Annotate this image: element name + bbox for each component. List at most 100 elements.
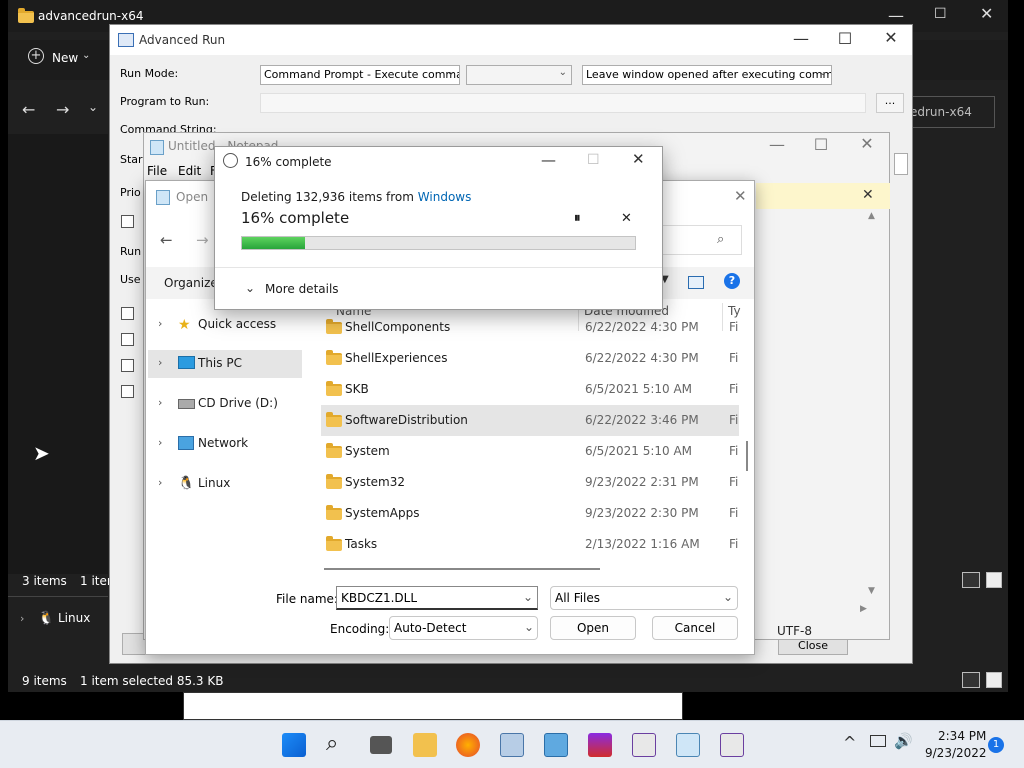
file-row[interactable]: ShellComponents 6/22/2022 4:30 PM Fi bbox=[321, 312, 739, 343]
scroll-right-arrow-icon[interactable]: ▶ bbox=[860, 604, 867, 614]
start-icon[interactable] bbox=[282, 733, 306, 757]
photos-icon[interactable] bbox=[500, 733, 524, 757]
cancel-button[interactable]: Cancel bbox=[652, 616, 738, 640]
nav-item-linux[interactable]: › 🐧 Linux bbox=[148, 470, 302, 498]
chevron-down-icon[interactable]: ⌄ bbox=[245, 281, 255, 295]
help-icon[interactable]: ? bbox=[724, 273, 740, 289]
divider bbox=[8, 596, 108, 597]
file-row[interactable]: SoftwareDistribution 6/22/2022 3:46 PM Fi bbox=[321, 405, 739, 436]
details-view-icon[interactable] bbox=[962, 672, 980, 688]
source-link[interactable]: Windows bbox=[418, 190, 472, 204]
menu-edit[interactable]: Edit bbox=[178, 164, 201, 178]
scroll-down-arrow-icon[interactable]: ▼ bbox=[868, 586, 875, 596]
chevron-up-icon[interactable]: ^ bbox=[843, 733, 856, 752]
nav-item-cd-drive-d[interactable]: › CD Drive (D:) bbox=[148, 390, 302, 418]
horizontal-scrollbar[interactable] bbox=[324, 568, 600, 570]
network-tray-icon[interactable] bbox=[870, 735, 886, 747]
linux-nav-label[interactable]: Linux bbox=[58, 611, 90, 625]
close-icon[interactable]: ✕ bbox=[844, 134, 890, 153]
search-icon[interactable]: ⌕ bbox=[326, 731, 338, 756]
chevron-right-icon[interactable]: › bbox=[158, 476, 162, 489]
file-type: Fi bbox=[729, 475, 739, 489]
checkbox[interactable] bbox=[121, 215, 134, 228]
chevron-down-icon[interactable]: ⌄ bbox=[523, 590, 533, 604]
file-row[interactable]: SKB 6/5/2021 5:10 AM Fi bbox=[321, 374, 739, 405]
chevron-down-icon[interactable]: ⌄ bbox=[88, 100, 98, 114]
chevron-right-icon[interactable]: › bbox=[158, 317, 162, 330]
task-view-icon[interactable] bbox=[370, 736, 392, 754]
open-button[interactable]: Open bbox=[550, 616, 636, 640]
firefox-icon[interactable] bbox=[456, 733, 480, 757]
minimize-icon[interactable]: — bbox=[541, 151, 556, 169]
vertical-scrollbar[interactable] bbox=[746, 441, 748, 471]
checkbox[interactable] bbox=[121, 359, 134, 372]
chevron-right-icon[interactable]: › bbox=[20, 612, 24, 625]
checkbox[interactable] bbox=[121, 385, 134, 398]
checkbox[interactable] bbox=[121, 307, 134, 320]
chevron-right-icon[interactable]: › bbox=[158, 436, 162, 449]
secondary-select[interactable]: ⌄ bbox=[466, 65, 572, 85]
advanced-run-app-icon[interactable] bbox=[720, 733, 744, 757]
minimize-icon[interactable]: — bbox=[754, 135, 800, 154]
file-row[interactable]: System32 9/23/2022 2:31 PM Fi bbox=[321, 467, 739, 498]
winrar-icon[interactable] bbox=[588, 733, 612, 757]
checkbox[interactable] bbox=[121, 333, 134, 346]
chevron-down-icon[interactable]: ⌄ bbox=[82, 50, 90, 61]
file-name: SoftwareDistribution bbox=[345, 413, 468, 427]
file-type-select[interactable]: All Files ⌄ bbox=[550, 586, 738, 610]
browse-button[interactable]: ... bbox=[876, 93, 904, 113]
menu-file[interactable]: File bbox=[147, 164, 167, 178]
new-button[interactable]: New bbox=[52, 51, 78, 65]
details-view-icon[interactable] bbox=[962, 572, 980, 588]
notification-badge[interactable]: 1 bbox=[988, 737, 1004, 753]
more-details-button[interactable]: More details bbox=[265, 282, 339, 296]
forward-arrow-icon[interactable]: → bbox=[56, 100, 69, 119]
scroll-up-arrow-icon[interactable]: ▲ bbox=[868, 211, 875, 221]
cancel-icon[interactable]: ✕ bbox=[621, 211, 632, 226]
after-run-select[interactable]: Leave window opened after executing comm… bbox=[582, 65, 832, 85]
chevron-down-icon: ⌄ bbox=[818, 67, 827, 78]
volume-icon[interactable]: 🔊 bbox=[894, 732, 913, 750]
file-explorer-icon[interactable] bbox=[413, 733, 437, 757]
chevron-right-icon[interactable]: › bbox=[158, 356, 162, 369]
chevron-right-icon[interactable]: › bbox=[158, 396, 162, 409]
close-icon[interactable]: ✕ bbox=[862, 187, 874, 203]
clock-time[interactable]: 2:34 PM bbox=[938, 729, 986, 743]
forward-arrow-icon[interactable]: → bbox=[196, 231, 209, 249]
star-icon: ★ bbox=[178, 317, 191, 333]
organize-button[interactable]: Organize bbox=[164, 276, 218, 290]
close-icon[interactable]: ✕ bbox=[868, 28, 914, 47]
nav-item-this-pc[interactable]: › This PC bbox=[148, 350, 302, 378]
search-box[interactable]: edrun-x64 bbox=[903, 96, 995, 128]
tiles-view-icon[interactable] bbox=[986, 572, 1002, 588]
minimize-icon[interactable]: — bbox=[778, 29, 824, 48]
file-type: Fi bbox=[729, 444, 739, 458]
maximize-icon[interactable]: ☐ bbox=[822, 29, 868, 48]
minimize-icon[interactable]: — bbox=[888, 6, 904, 25]
maximize-icon[interactable]: ☐ bbox=[798, 135, 844, 154]
filename-input[interactable]: KBDCZ1.DLL ⌄ bbox=[336, 586, 538, 610]
preview-pane-icon[interactable] bbox=[688, 276, 704, 289]
close-icon[interactable]: ✕ bbox=[734, 187, 747, 205]
scroll-button[interactable] bbox=[894, 153, 908, 175]
file-row[interactable]: SystemApps 9/23/2022 2:30 PM Fi bbox=[321, 498, 739, 529]
file-row[interactable]: System 6/5/2021 5:10 AM Fi bbox=[321, 436, 739, 467]
encoding-select[interactable]: Auto-Detect ⌄ bbox=[389, 616, 538, 640]
advanced-run-app-icon[interactable] bbox=[632, 733, 656, 757]
program-field[interactable] bbox=[260, 93, 866, 113]
run-mode-select[interactable]: Command Prompt - Execute command ⌄ bbox=[260, 65, 460, 85]
back-arrow-icon[interactable]: ← bbox=[160, 231, 173, 249]
close-icon[interactable]: ✕ bbox=[632, 150, 645, 168]
tiles-view-icon[interactable] bbox=[986, 672, 1002, 688]
nav-item-network[interactable]: › Network bbox=[148, 430, 302, 458]
clock-date[interactable]: 9/23/2022 bbox=[925, 746, 987, 760]
notepad-open-icon[interactable] bbox=[676, 733, 700, 757]
file-row[interactable]: Tasks 2/13/2022 1:16 AM Fi bbox=[321, 529, 739, 560]
close-icon[interactable]: ✕ bbox=[980, 4, 993, 23]
pause-icon[interactable]: ⏸ bbox=[574, 211, 581, 226]
file-row[interactable]: ShellExperiences 6/22/2022 4:30 PM Fi bbox=[321, 343, 739, 374]
notepad-app-icon[interactable] bbox=[544, 733, 568, 757]
nav-item-quick-access[interactable]: › ★ Quick access bbox=[148, 311, 302, 339]
back-arrow-icon[interactable]: ← bbox=[22, 100, 35, 119]
maximize-icon[interactable]: ☐ bbox=[934, 6, 947, 22]
